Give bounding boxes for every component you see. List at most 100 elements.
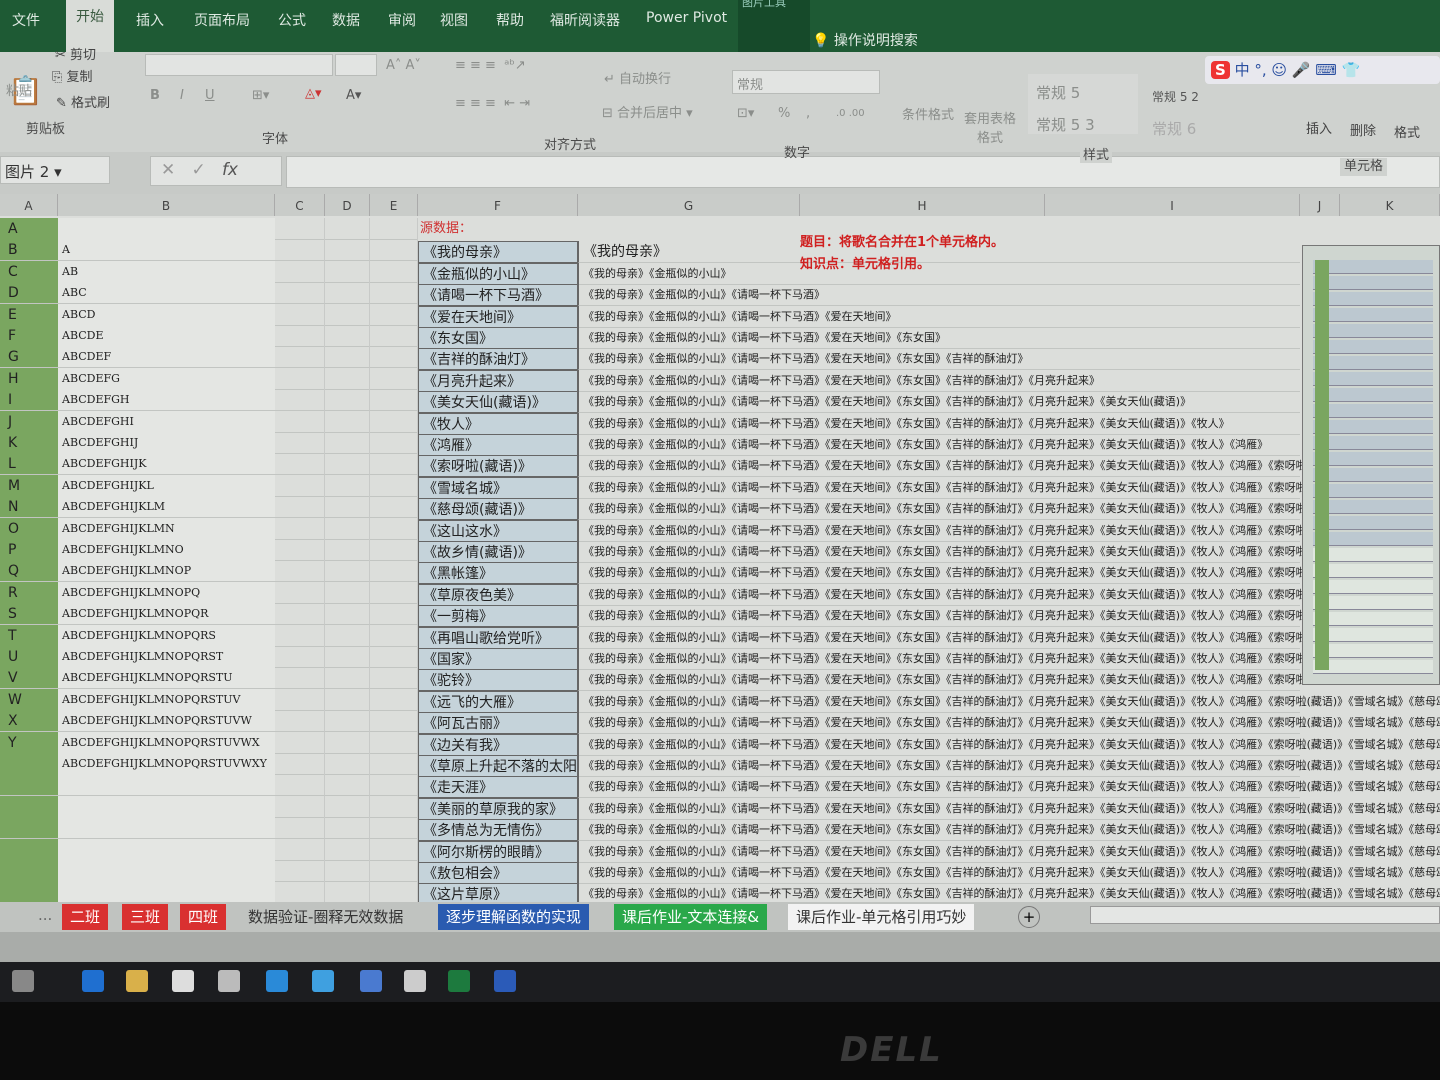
excel-icon[interactable] [448, 970, 470, 992]
cell-C[interactable] [275, 410, 325, 433]
border-icon[interactable]: ⊞▾ [252, 88, 269, 103]
style-item[interactable]: 常规 6 [1152, 118, 1196, 139]
cell-E[interactable] [370, 517, 418, 540]
cell-C[interactable] [275, 325, 325, 347]
cell-D[interactable] [325, 710, 370, 733]
ime-toolbar[interactable]: S 中 °, ☺ 🎤 ⌨ 👕 [1205, 56, 1440, 84]
sheet-tab[interactable]: 数据验证-圈释无效数据 [240, 904, 411, 930]
ribbon-tab-3[interactable]: 页面布局 [184, 6, 260, 34]
cell-E[interactable] [370, 496, 418, 519]
cell-g-concat[interactable]: 《我的母亲》《金瓶似的小山》《请喝一杯下马酒》《爱在天地间》《东女国》《吉祥的酥… [578, 455, 1348, 478]
feishu-icon[interactable] [360, 970, 382, 992]
cell-C[interactable] [275, 346, 325, 369]
cell-f-song[interactable]: 《远飞的大雁》 [418, 690, 578, 713]
ribbon-tab-5[interactable]: 数据 [322, 6, 370, 34]
cell-g-concat[interactable]: 《我的母亲》《金瓶似的小山》《请喝一杯下马酒》《爱在天地间》《东女国》《吉祥的酥… [578, 755, 1440, 777]
cell-D[interactable] [325, 667, 370, 690]
cell-E[interactable] [370, 581, 418, 604]
cell-g-concat[interactable]: 《我的母亲》《金瓶似的小山》《请喝一杯下马酒》《爱在天地间》《东女国》《吉祥的酥… [578, 369, 1300, 392]
cell-g-concat[interactable]: 《我的母亲》《金瓶似的小山》《请喝一杯下马酒》《爱在天地间》《东女国》《吉祥的酥… [578, 434, 1300, 456]
cell-C[interactable] [275, 517, 325, 540]
cut-button[interactable]: ✂ 剪切 [55, 44, 96, 63]
font-grow-icon[interactable]: A˄ A˅ [386, 58, 421, 73]
cell-f-song[interactable]: 《黑帐篷》 [418, 562, 578, 585]
cell-E[interactable] [370, 817, 418, 840]
cell-b[interactable] [58, 795, 275, 818]
cell-g-concat[interactable]: 《我的母亲》《金瓶似的小山》《请喝一杯下马酒》《爱在天地间》《东女国》《吉祥的酥… [578, 862, 1440, 884]
cell-a[interactable]: P [0, 539, 58, 561]
cell-E[interactable] [370, 795, 418, 818]
cell-f-song[interactable]: 《鸿雁》 [418, 434, 578, 456]
cell-a[interactable]: R [0, 581, 58, 604]
cell-b[interactable]: ABCDEFGHIJKLMNOPQRSTUV [58, 688, 275, 711]
merge-center-button[interactable]: ⊟ 合并后居中 ▾ [602, 102, 693, 121]
cell-b[interactable]: ABCDEFGHIJKLMNOPQRSTUVWXY [58, 753, 275, 775]
cell-a[interactable]: A [0, 218, 58, 240]
cell-b[interactable]: A [58, 239, 275, 262]
column-header-D[interactable]: D [325, 194, 370, 216]
cell-D[interactable] [325, 539, 370, 561]
cell-g-concat[interactable]: 《我的母亲》《金瓶似的小山》《请喝一杯下马酒》《爱在天地间》《东女国》《吉祥的酥… [578, 648, 1440, 670]
cell-C[interactable] [275, 817, 325, 840]
cell-f-song[interactable]: 《爱在天地间》 [418, 305, 578, 328]
cell-C[interactable] [275, 367, 325, 390]
cell-f-song[interactable]: 《吉祥的酥油灯》 [418, 348, 578, 371]
cell-a[interactable]: J [0, 410, 58, 433]
enter-icon[interactable]: ✓ [191, 160, 205, 180]
tell-me-search[interactable]: 💡 操作说明搜索 [812, 30, 918, 50]
cell-D[interactable] [325, 688, 370, 711]
cell-E[interactable] [370, 453, 418, 476]
bold-button[interactable]: B [150, 88, 160, 103]
cell-C[interactable] [275, 218, 325, 240]
cell-C[interactable] [275, 753, 325, 775]
font-color-icon[interactable]: A▾ [346, 88, 361, 103]
ribbon-tab-6[interactable]: 审阅 [378, 6, 426, 34]
sheet-tab[interactable]: 课后作业-单元格引用巧妙 [788, 904, 975, 930]
worksheet-grid[interactable]: A B C D E F G H I J K A 源数据： B A 《我的母亲》 《我的母亲》 C AB 《金瓶似的小山… [0, 194, 1440, 902]
sheet-tab[interactable]: 二班 [62, 904, 109, 930]
cell-E[interactable] [370, 646, 418, 668]
cell-a[interactable]: L [0, 453, 58, 476]
cell-a[interactable]: Y [0, 731, 58, 754]
cell-D[interactable] [325, 303, 370, 326]
cell-g-concat[interactable]: 《我的母亲》《金瓶似的小山》《请喝一杯下马酒》《爱在天地间》《东女国》 [578, 327, 1300, 349]
cell-g-concat[interactable]: 《我的母亲》《金瓶似的小山》《请喝一杯下马酒》《爱在天地间》《东女国》《吉祥的酥… [578, 840, 1440, 863]
cell-D[interactable] [325, 795, 370, 818]
cell-C[interactable] [275, 688, 325, 711]
cell-b[interactable] [58, 218, 275, 240]
cell-f-song[interactable]: 《雪域名城》 [418, 476, 578, 499]
cell-C[interactable] [275, 731, 325, 754]
format-as-table-button[interactable]: 套用表格格式 [960, 108, 1020, 146]
format-cells-button[interactable]: 格式 [1394, 122, 1420, 141]
embedded-picture-2[interactable] [1302, 245, 1440, 685]
insert-cells-button[interactable]: 插入 [1306, 118, 1332, 137]
cell-a[interactable]: E [0, 303, 58, 326]
cell-C[interactable] [275, 860, 325, 882]
cell-C[interactable] [275, 774, 325, 797]
font-name-select[interactable] [145, 54, 333, 76]
cell-a[interactable]: C [0, 260, 58, 283]
cell-C[interactable] [275, 667, 325, 690]
cell-C[interactable] [275, 239, 325, 262]
cell-f-song[interactable]: 《草原上升起不落的太阳 [418, 755, 578, 777]
column-header-E[interactable]: E [370, 194, 418, 216]
sheet-tab[interactable]: 逐步理解函数的实现 [438, 904, 590, 930]
cell-D[interactable] [325, 367, 370, 390]
cell-C[interactable] [275, 453, 325, 476]
cell-b[interactable]: ABCDEFGHIJKLMNOPQRSTU [58, 667, 275, 690]
cell-b[interactable]: ABCDEFGHIJKLMNOP [58, 560, 275, 583]
cell-g-concat[interactable]: 《我的母亲》《金瓶似的小山》《请喝一杯下马酒》《爱在天地间》《东女国》《吉祥的酥… [578, 690, 1440, 713]
cell-a[interactable]: Q [0, 560, 58, 583]
formula-input[interactable] [286, 156, 1440, 188]
name-box[interactable]: 图片 2 ▾ [0, 156, 110, 184]
column-header-J[interactable]: J [1300, 194, 1340, 216]
cell-g-concat[interactable]: 《我的母亲》《金瓶似的小山》《请喝一杯下马酒》《爱在天地间》《东女国》《吉祥的酥… [578, 669, 1440, 692]
cell-b[interactable]: ABCDEFGHIJKLMNOPQRSTUVWX [58, 731, 275, 754]
cell-E[interactable] [370, 389, 418, 412]
cell-g-concat[interactable]: 《我的母亲》《金瓶似的小山》《请喝一杯下马酒》《爱在天地间》 [578, 305, 1300, 328]
ribbon-tab-2[interactable]: 插入 [126, 6, 174, 34]
cell-b[interactable]: ABCDEFGH [58, 389, 275, 412]
cell-g-concat[interactable]: 《我的母亲》《金瓶似的小山》《请喝一杯下马酒》《爱在天地间》《东女国》《吉祥的酥… [578, 776, 1440, 799]
cell-f-song[interactable]: 《多情总为无情伤》 [418, 819, 578, 842]
cell-b[interactable]: ABCDEFG [58, 367, 275, 390]
